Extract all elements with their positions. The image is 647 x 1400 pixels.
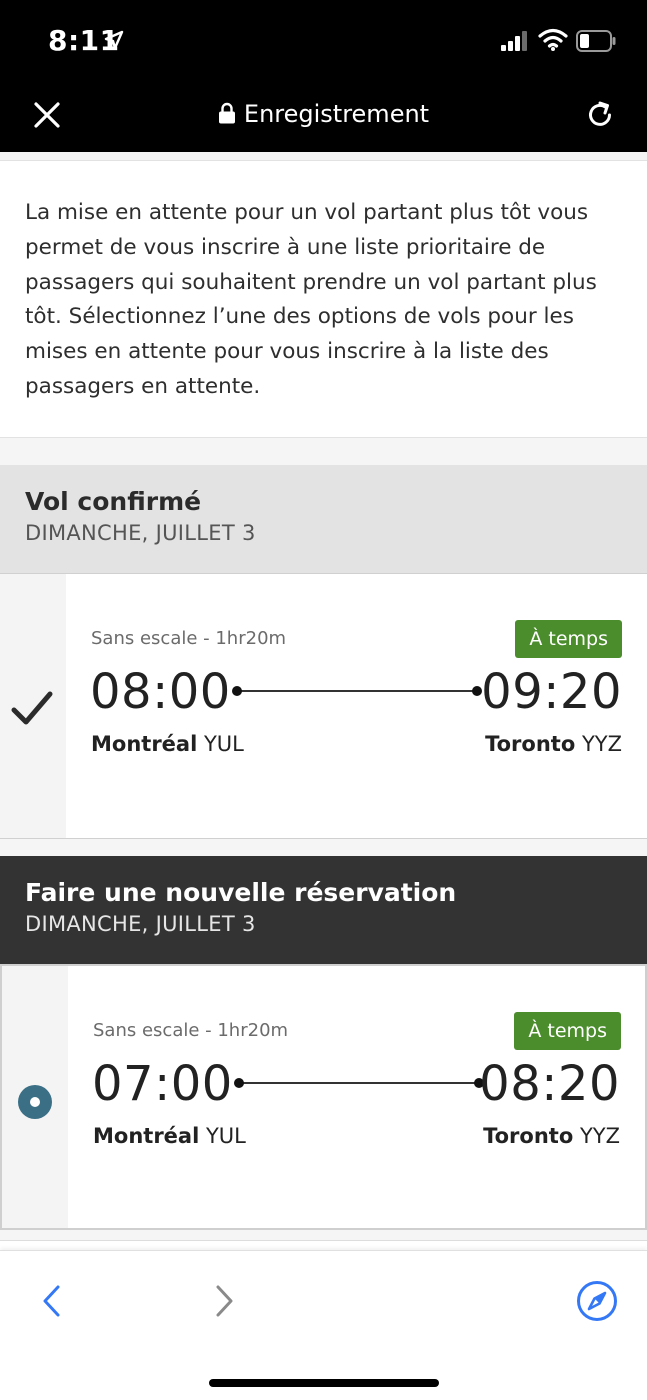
standby-intro: La mise en attente pour un vol partant p…: [0, 160, 647, 438]
page-title: Enregistrement: [243, 100, 430, 128]
status-badge: À temps: [514, 1012, 621, 1050]
forward-chevron-icon[interactable]: [208, 1283, 238, 1319]
arrival-airport-code: YYZ: [579, 1124, 620, 1148]
confirmed-flight-header: Vol confirmé DIMANCHE, JUILLET 3: [0, 465, 647, 573]
arrival-time: 09:20: [481, 664, 622, 720]
new-booking-header: Faire une nouvelle réservation DIMANCHE,…: [0, 856, 647, 964]
compass-icon[interactable]: [576, 1280, 618, 1322]
departure-city-name: Montréal: [93, 1124, 200, 1148]
wifi-icon: [538, 28, 568, 51]
departure-city: Montréal YUL: [91, 732, 244, 756]
section-date: DIMANCHE, JUILLET 3: [25, 912, 256, 936]
confirmed-flight-card: Sans escale - 1hr20m À temps 08:00 09:20…: [0, 573, 647, 839]
departure-time: 08:00: [90, 664, 231, 720]
route-line: [234, 1078, 484, 1088]
back-chevron-icon[interactable]: [38, 1283, 68, 1319]
route-line: [232, 686, 482, 696]
section-title: Vol confirmé: [25, 487, 202, 516]
browser-toolbar: [0, 1250, 647, 1400]
page-title-wrap: Enregistrement: [0, 100, 647, 128]
arrival-airport-code: YYZ: [581, 732, 622, 756]
status-bar: 8:11: [0, 0, 647, 80]
departure-time: 07:00: [92, 1056, 233, 1112]
selection-column: [2, 966, 68, 1228]
flight-stops-duration: Sans escale - 1hr20m: [93, 1020, 289, 1041]
checkmark-icon: [11, 691, 53, 725]
radio-selected-icon[interactable]: [18, 1085, 52, 1119]
location-arrow-icon: [104, 30, 124, 50]
reload-icon[interactable]: [583, 98, 617, 132]
arrival-city: Toronto YYZ: [483, 1124, 620, 1148]
arrival-city-name: Toronto: [485, 732, 576, 756]
arrival-time: 08:20: [479, 1056, 620, 1112]
battery-icon: [576, 30, 616, 52]
intro-text: La mise en attente pour un vol partant p…: [25, 200, 597, 399]
browser-nav-bar: Enregistrement: [0, 80, 647, 152]
next-card-peek: [0, 1240, 647, 1250]
standby-flight-option[interactable]: Sans escale - 1hr20m À temps 07:00 08:20…: [0, 964, 647, 1230]
flight-stops-duration: Sans escale - 1hr20m: [91, 628, 287, 649]
selection-column: [0, 574, 66, 838]
section-date: DIMANCHE, JUILLET 3: [25, 521, 256, 545]
status-badge: À temps: [515, 620, 622, 658]
arrival-city: Toronto YYZ: [485, 732, 622, 756]
signal-icon: [501, 31, 527, 51]
departure-airport-code: YUL: [205, 1124, 246, 1148]
departure-city: Montréal YUL: [93, 1124, 246, 1148]
arrival-city-name: Toronto: [483, 1124, 574, 1148]
lock-icon: [218, 102, 235, 124]
home-indicator: [209, 1379, 439, 1387]
departure-city-name: Montréal: [91, 732, 198, 756]
departure-airport-code: YUL: [203, 732, 244, 756]
section-title: Faire une nouvelle réservation: [25, 878, 457, 907]
